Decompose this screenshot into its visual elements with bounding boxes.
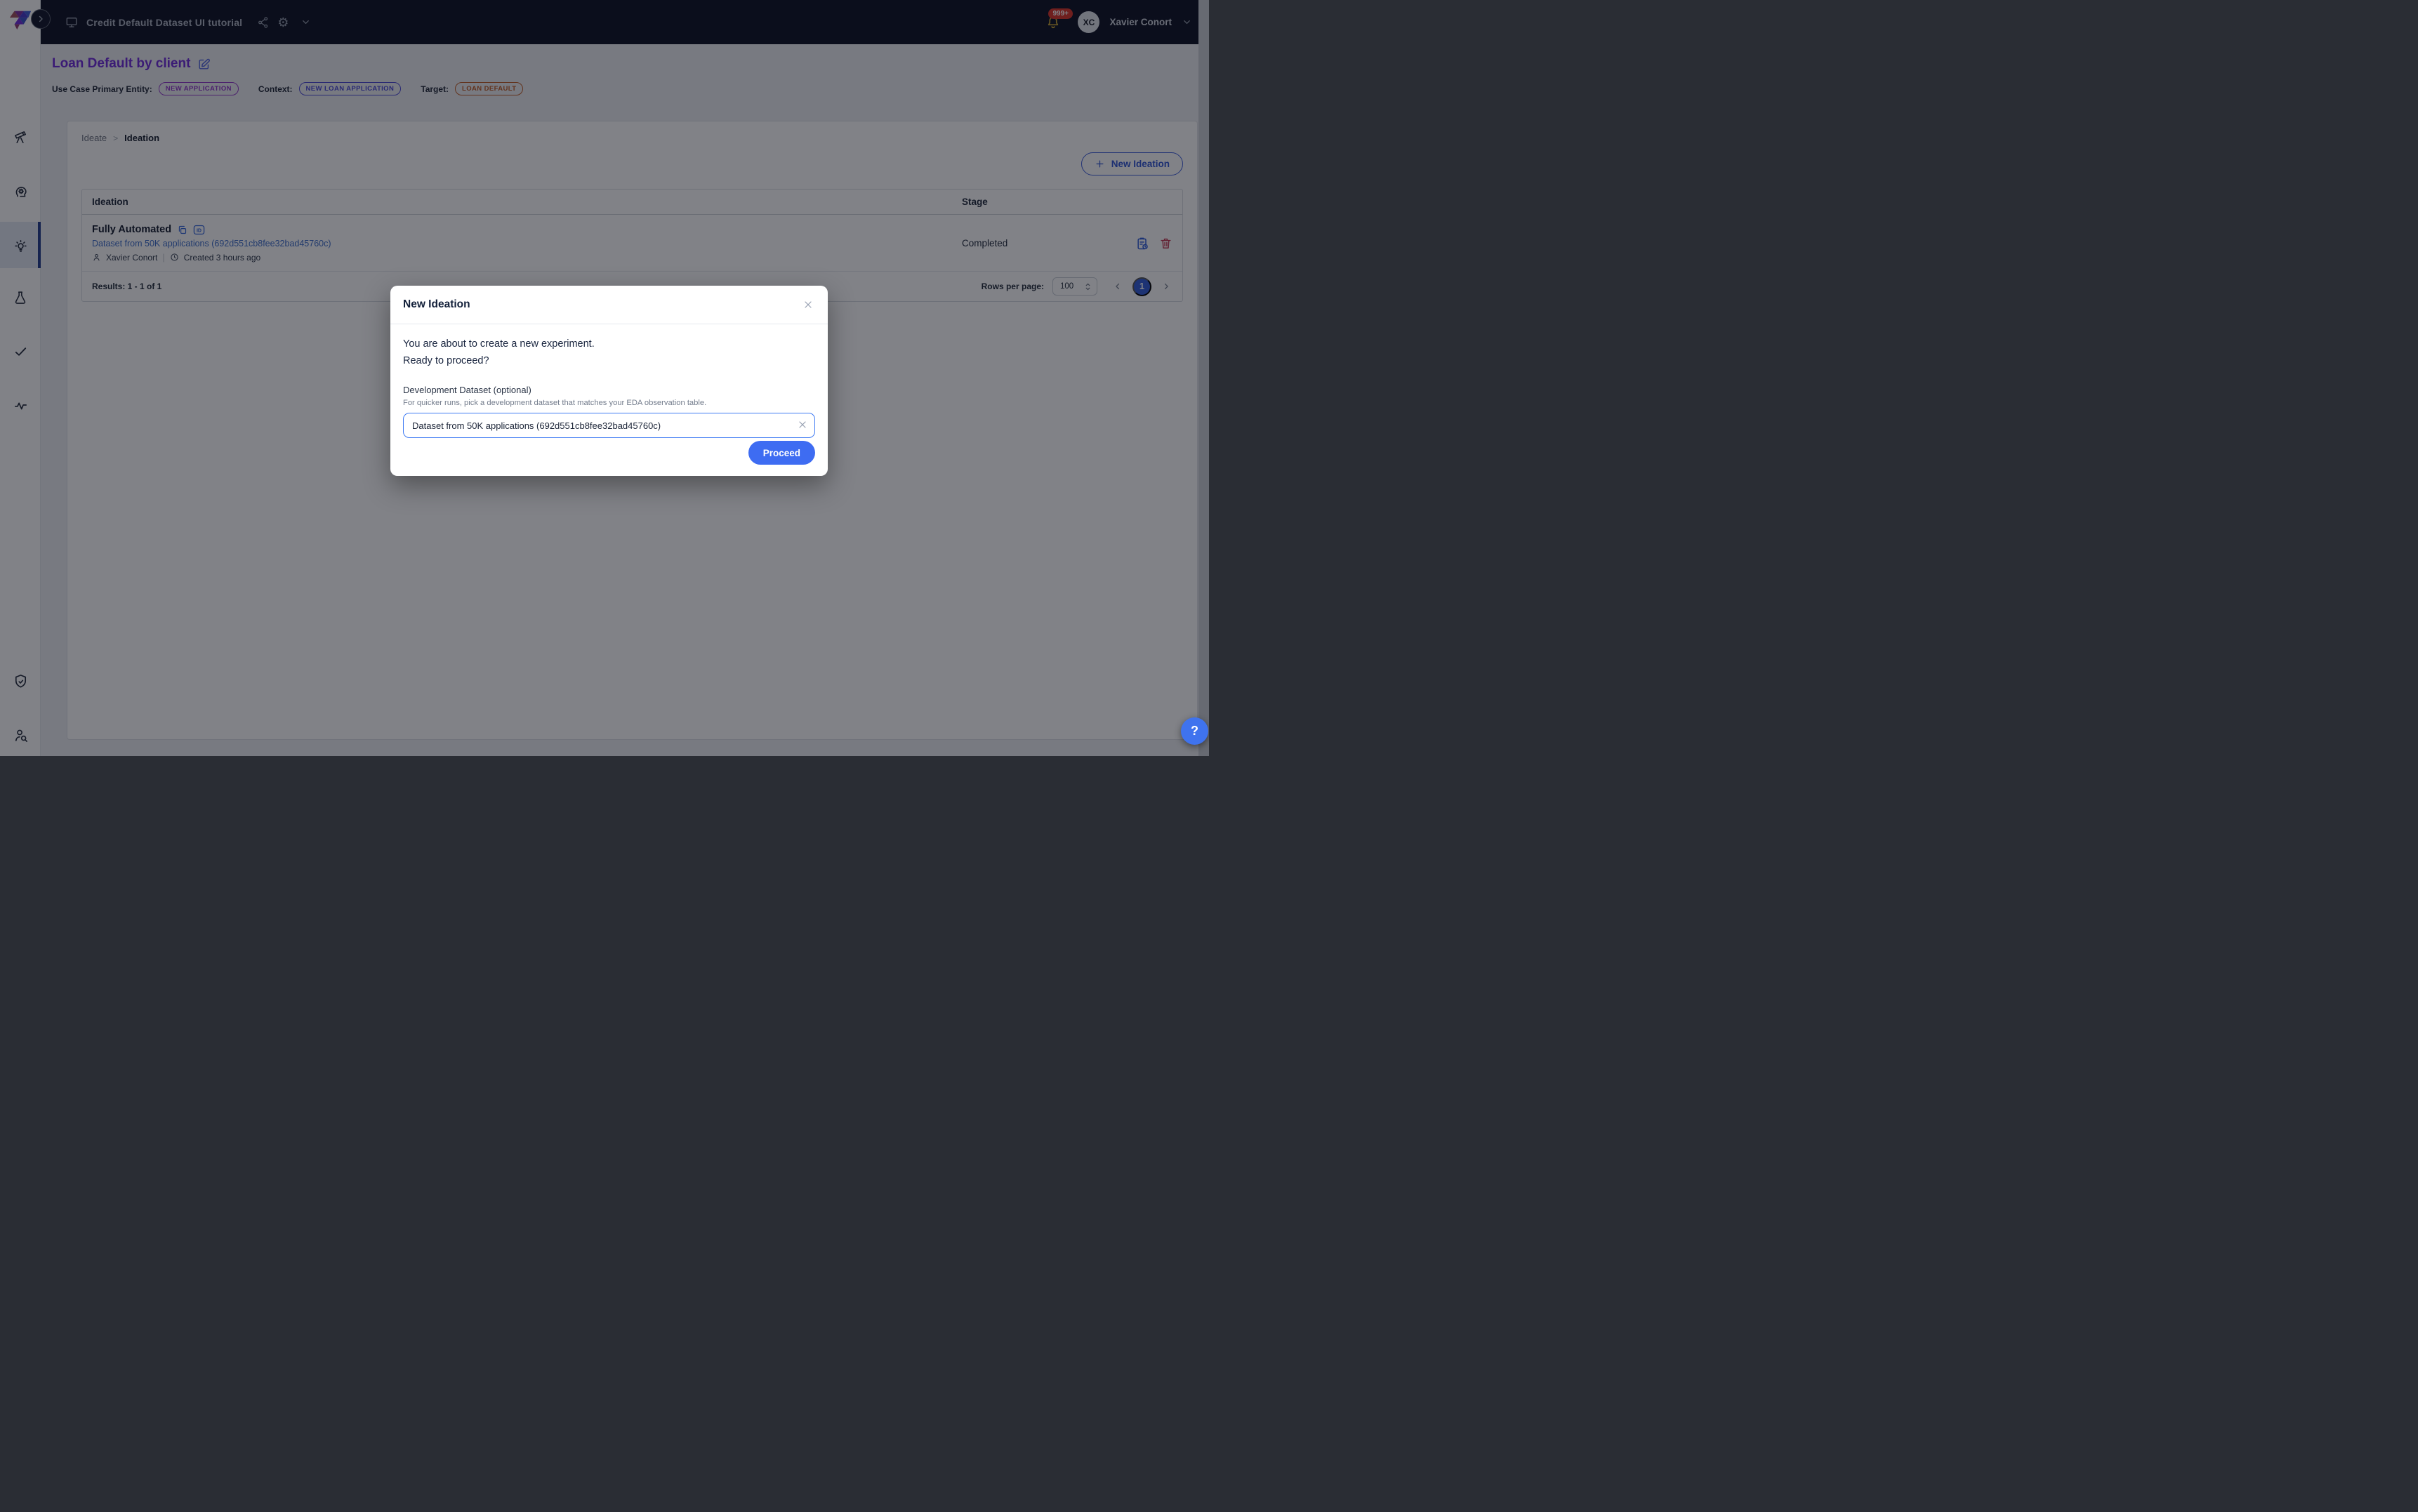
dataset-input[interactable] (403, 413, 815, 438)
dataset-field-help: For quicker runs, pick a development dat… (403, 399, 815, 407)
help-button[interactable]: ? (1181, 717, 1208, 745)
modal-body-line2: Ready to proceed? (403, 355, 815, 366)
close-icon (802, 299, 814, 310)
modal-close-button[interactable] (801, 298, 815, 312)
proceed-button[interactable]: Proceed (748, 441, 815, 465)
modal-title: New Ideation (403, 298, 470, 311)
new-ideation-modal: New Ideation You are about to create a n… (390, 286, 828, 476)
clear-dataset-button[interactable] (797, 419, 808, 430)
modal-body-line1: You are about to create a new experiment… (403, 338, 815, 350)
app-window: Credit Default Dataset UI tutorial ⚙ (0, 0, 1209, 756)
close-icon (797, 419, 808, 430)
dataset-field-label: Development Dataset (optional) (403, 385, 815, 395)
